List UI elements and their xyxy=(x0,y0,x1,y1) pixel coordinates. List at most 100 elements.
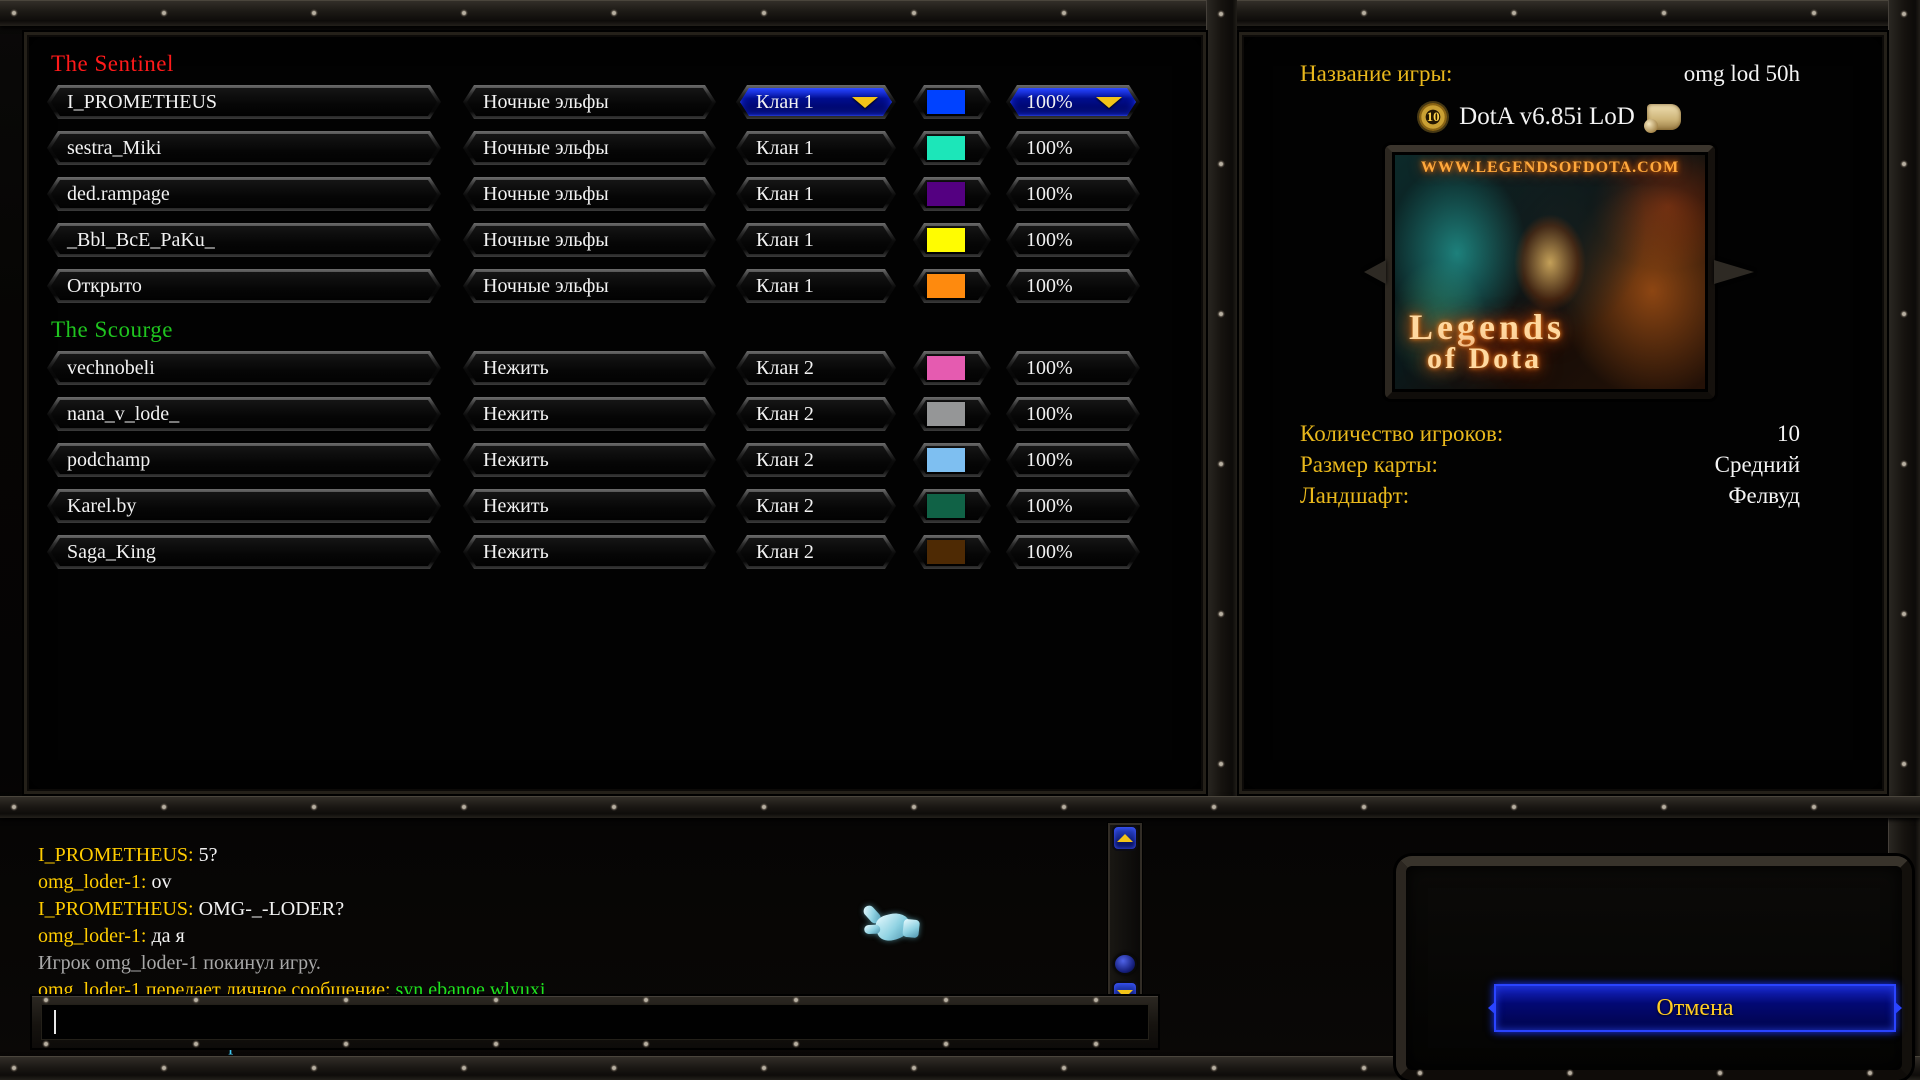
handicap-dropdown[interactable]: 100% xyxy=(1006,535,1140,569)
map-preview-art: WWW.LEGENDSOFDOTA.COM Legends of Dota xyxy=(1395,155,1705,389)
color-dropdown[interactable] xyxy=(913,397,991,431)
tileset-label: Ландшафт: xyxy=(1300,483,1409,509)
gear-player-count-icon: 10 xyxy=(1419,103,1447,131)
scroll-up-button[interactable] xyxy=(1112,825,1138,851)
clan-dropdown[interactable]: Клан 1 xyxy=(736,85,896,119)
player-name-slot: podchamp xyxy=(47,443,441,477)
clan-dropdown[interactable]: Клан 2 xyxy=(736,443,896,477)
players-count-value: 10 xyxy=(1777,421,1800,447)
handicap-dropdown[interactable]: 100% xyxy=(1006,269,1140,303)
player-slots-panel: The Sentinel I_PROMETHEUS Ночные эльфы К… xyxy=(24,32,1206,794)
player-row: vechnobeli Нежить Клан 2 100% xyxy=(47,351,1203,385)
color-dropdown[interactable] xyxy=(913,177,991,211)
wc3-game-lobby: The Sentinel I_PROMETHEUS Ночные эльфы К… xyxy=(0,0,1920,1080)
map-stats: Количество игроков: 10 Размер карты: Средн… xyxy=(1300,421,1800,509)
race-dropdown[interactable]: Ночные эльфы xyxy=(463,269,716,303)
chevron-down-icon xyxy=(1096,97,1122,108)
player-row: sestra_Miki Ночные эльфы Клан 1 100% xyxy=(47,131,1203,165)
center-metal-bar xyxy=(1206,0,1237,816)
clan-dropdown[interactable]: Клан 1 xyxy=(736,131,896,165)
chevron-down-icon xyxy=(852,97,878,108)
race-dropdown[interactable]: Ночные эльфы xyxy=(463,85,716,119)
handicap-dropdown[interactable]: 100% xyxy=(1006,489,1140,523)
player-color-swatch xyxy=(927,228,965,252)
clan-dropdown[interactable]: Клан 1 xyxy=(736,177,896,211)
open-slot-dropdown[interactable]: Открыто xyxy=(47,269,441,303)
color-dropdown[interactable] xyxy=(913,131,991,165)
clan-dropdown[interactable]: Клан 1 xyxy=(736,269,896,303)
clan-dropdown[interactable]: Клан 2 xyxy=(736,489,896,523)
player-name-slot: vechnobeli xyxy=(47,351,441,385)
player-name: Saga_King xyxy=(67,541,156,564)
player-name-slot: ded.rampage xyxy=(47,177,441,211)
handicap-dropdown[interactable]: 100% xyxy=(1006,131,1140,165)
color-dropdown[interactable] xyxy=(913,269,991,303)
frame-spike-left-icon xyxy=(1364,260,1386,284)
team-header-sentinel: The Sentinel xyxy=(51,51,1203,77)
chat-message: omg_loder-1: да я xyxy=(38,923,1088,950)
player-name-slot: sestra_Miki xyxy=(47,131,441,165)
player-row: Saga_King Нежить Клан 2 100% xyxy=(47,535,1203,569)
race-dropdown[interactable]: Нежить xyxy=(463,443,716,477)
race-dropdown[interactable]: Ночные эльфы xyxy=(463,177,716,211)
race-dropdown[interactable]: Ночные эльфы xyxy=(463,223,716,257)
cancel-button[interactable]: Отмена xyxy=(1494,984,1896,1032)
race-dropdown[interactable]: Нежить xyxy=(463,535,716,569)
player-row: podchamp Нежить Клан 2 100% xyxy=(47,443,1203,477)
player-name: vechnobeli xyxy=(67,357,155,380)
clan-dropdown[interactable]: Клан 2 xyxy=(736,351,896,385)
color-dropdown[interactable] xyxy=(913,351,991,385)
player-color-swatch xyxy=(927,356,965,380)
bottom-right-frame: Отмена xyxy=(1396,856,1912,1080)
map-logo-text: Legends of Dota xyxy=(1409,310,1565,373)
handicap-dropdown[interactable]: 100% xyxy=(1006,177,1140,211)
player-color-swatch xyxy=(927,448,965,472)
clan-dropdown[interactable]: Клан 2 xyxy=(736,535,896,569)
chat-scrollbar[interactable] xyxy=(1108,823,1142,1009)
player-name: _Bbl_BcE_PaKu_ xyxy=(67,229,215,252)
player-color-swatch xyxy=(927,402,965,426)
top-metal-bar xyxy=(0,0,1920,26)
color-dropdown[interactable] xyxy=(913,535,991,569)
player-row: I_PROMETHEUS Ночные эльфы Клан 1 100% xyxy=(47,85,1203,119)
players-count-label: Количество игроков: xyxy=(1300,421,1503,447)
handicap-dropdown[interactable]: 100% xyxy=(1006,351,1140,385)
race-dropdown[interactable]: Нежить xyxy=(463,489,716,523)
handicap-dropdown[interactable]: 100% xyxy=(1006,443,1140,477)
player-color-swatch xyxy=(927,274,965,298)
slot-status: Открыто xyxy=(67,275,142,298)
handicap-dropdown[interactable]: 100% xyxy=(1006,397,1140,431)
chat-input[interactable] xyxy=(41,1004,1149,1040)
color-dropdown[interactable] xyxy=(913,223,991,257)
player-name-slot: Saga_King xyxy=(47,535,441,569)
race-dropdown[interactable]: Ночные эльфы xyxy=(463,131,716,165)
player-row: nana_v_lode_ Нежить Клан 2 100% xyxy=(47,397,1203,431)
player-name: sestra_Miki xyxy=(67,137,161,160)
color-dropdown[interactable] xyxy=(913,489,991,523)
chat-message: omg_loder-1: ov xyxy=(38,869,1088,896)
game-name-value: omg lod 50h xyxy=(1684,61,1800,87)
map-title-row: 10 DotA v6.85i LoD xyxy=(1300,103,1800,131)
handicap-dropdown[interactable]: 100% xyxy=(1006,85,1140,119)
player-color-swatch xyxy=(927,136,965,160)
player-name: podchamp xyxy=(67,449,150,472)
handicap-dropdown[interactable]: 100% xyxy=(1006,223,1140,257)
scrollbar-thumb[interactable] xyxy=(1113,953,1137,975)
game-name-row: Название игры: omg lod 50h xyxy=(1300,61,1800,87)
map-size-value: Средний xyxy=(1715,452,1800,478)
color-dropdown[interactable] xyxy=(913,443,991,477)
player-row: Karel.by Нежить Клан 2 100% xyxy=(47,489,1203,523)
text-caret-icon xyxy=(54,1010,56,1034)
chat-input-frame xyxy=(30,994,1160,1050)
clan-dropdown[interactable]: Клан 2 xyxy=(736,397,896,431)
race-dropdown[interactable]: Нежить xyxy=(463,351,716,385)
chat-message: I_PROMETHEUS: 5? xyxy=(38,842,1088,869)
mid-metal-bar xyxy=(0,796,1920,818)
clan-dropdown[interactable]: Клан 1 xyxy=(736,223,896,257)
color-dropdown[interactable] xyxy=(913,85,991,119)
map-scroll-icon xyxy=(1647,104,1681,130)
race-dropdown[interactable]: Нежить xyxy=(463,397,716,431)
player-name-slot: I_PROMETHEUS xyxy=(47,85,441,119)
player-color-swatch xyxy=(927,540,965,564)
map-size-label: Размер карты: xyxy=(1300,452,1438,478)
